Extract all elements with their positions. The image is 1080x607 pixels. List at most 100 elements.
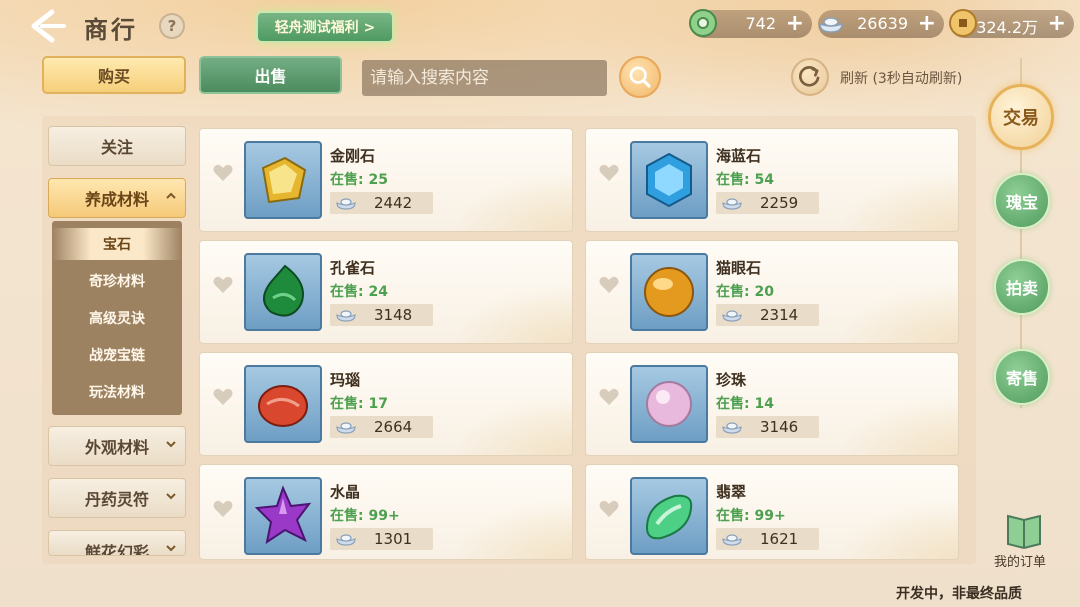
currency-jade-value: 742 [745,14,776,33]
nav-treasure-button[interactable]: 瑰宝 [994,173,1050,229]
item-card[interactable]: 珍珠 在售: 14 3146 [585,352,959,456]
page-title: 商行 [84,16,138,44]
item-price: 2259 [760,194,799,212]
silver-ingot-icon [722,310,742,322]
help-button[interactable]: ? [159,13,185,39]
item-card[interactable]: 孔雀石 在售: 24 3148 [199,240,573,344]
jade-coin-icon [689,9,717,37]
item-card[interactable]: 玛瑙 在售: 17 2664 [199,352,573,456]
card-decoration [838,283,958,343]
item-stock: 在售: 14 [716,396,774,412]
currency-copper-add-button[interactable]: + [1048,11,1066,36]
item-stock: 在售: 99+ [330,508,400,524]
category-appearance-materials[interactable]: 外观材料 [48,426,186,466]
silver-ingot-icon [336,310,356,322]
silver-ingot-icon [336,198,356,210]
favorite-heart-icon[interactable] [212,163,234,183]
category-flowers[interactable]: 鲜花幻彩 [48,530,186,556]
category-cultivation-materials[interactable]: 养成材料 [48,178,186,218]
category-elixirs-talismans[interactable]: 丹药灵符 [48,478,186,518]
chevron-up-icon [166,192,176,199]
back-button[interactable] [28,8,68,44]
item-price-box: 1301 [330,528,433,550]
nav-trade-button[interactable]: 交易 [988,84,1054,150]
chevron-down-icon [166,441,176,448]
item-price-box: 2442 [330,192,433,214]
item-price-box: 3146 [716,416,819,438]
item-price: 2442 [374,194,413,212]
back-arrow-icon [31,9,66,43]
event-banner-button[interactable]: 轻舟测试福利 > [256,11,394,43]
purple-crystal-icon [254,485,312,545]
item-name: 珍珠 [716,371,747,389]
currency-silver-value: 26639 [857,14,908,33]
favorite-heart-icon[interactable] [598,275,620,295]
item-price: 2314 [760,306,799,324]
pearl-icon [646,381,692,427]
item-card[interactable]: 翡翠 在售: 99+ 1621 [585,464,959,560]
item-icon-frame [630,365,708,443]
item-name: 孔雀石 [330,259,376,277]
subcategory-gems[interactable]: 宝石 [52,228,182,260]
item-name: 水晶 [330,483,361,501]
nav-auction-button[interactable]: 拍卖 [994,259,1050,315]
item-icon-frame [630,253,708,331]
item-icon-frame [630,141,708,219]
item-price: 1301 [374,530,413,548]
currency-jade-add-button[interactable]: + [786,11,804,36]
item-stock: 在售: 54 [716,172,774,188]
item-name: 金刚石 [330,147,376,165]
item-card[interactable]: 猫眼石 在售: 20 2314 [585,240,959,344]
card-decoration [452,283,572,343]
yellow-diamond-gem-icon [261,156,307,204]
subcategory-pet-chains[interactable]: 战宠宝链 [52,339,182,371]
card-decoration [838,171,958,231]
item-card[interactable]: 海蓝石 在售: 54 2259 [585,128,959,232]
silver-ingot-icon [722,422,742,434]
refresh-icon [798,66,820,87]
item-stock: 在售: 20 [716,284,774,300]
jade-gem-icon [645,494,693,540]
item-price-box: 3148 [330,304,433,326]
silver-ingot-icon [336,534,356,546]
card-decoration [452,171,572,231]
item-price: 1621 [760,530,799,548]
copper-coin-icon [949,9,977,37]
favorite-heart-icon[interactable] [598,499,620,519]
item-stock: 在售: 25 [330,172,388,188]
item-price: 2664 [374,418,413,436]
tab-buy[interactable]: 购买 [42,56,186,94]
currency-silver-add-button[interactable]: + [918,11,936,36]
subcategory-gameplay-materials[interactable]: 玩法材料 [52,376,182,408]
category-follow[interactable]: 关注 [48,126,186,166]
search-input[interactable] [362,60,607,96]
refresh-label: 刷新 (3秒自动刷新) [840,71,963,87]
favorite-heart-icon[interactable] [598,387,620,407]
item-card[interactable]: 水晶 在售: 99+ 1301 [199,464,573,560]
nav-consign-button[interactable]: 寄售 [994,349,1050,405]
agate-gem-icon [258,385,308,427]
favorite-heart-icon[interactable] [212,499,234,519]
subcategory-rare-materials[interactable]: 奇珍材料 [52,265,182,297]
item-name: 玛瑙 [330,371,361,389]
category-cultivation-label: 养成材料 [84,190,149,209]
item-card[interactable]: 金刚石 在售: 25 2442 [199,128,573,232]
item-icon-frame [244,477,322,555]
search-button[interactable] [619,56,661,98]
subcategory-advanced-skills[interactable]: 高级灵诀 [52,302,182,334]
currency-copper: 324.2万 + [949,9,1074,38]
favorite-heart-icon[interactable] [598,163,620,183]
favorite-heart-icon[interactable] [212,387,234,407]
favorite-heart-icon[interactable] [212,275,234,295]
my-orders-button[interactable] [996,510,1052,550]
item-name: 海蓝石 [716,147,762,165]
chevron-down-icon [166,493,176,500]
item-price: 3146 [760,418,799,436]
category-elixirs-label: 丹药灵符 [84,490,149,509]
my-orders-label: 我的订单 [994,555,1047,570]
refresh-button[interactable] [791,58,829,96]
silver-ingot-icon [336,422,356,434]
item-price-box: 1621 [716,528,819,550]
tab-sell[interactable]: 出售 [199,56,342,94]
dev-watermark-text: 开发中，非最终品质 [896,586,1022,602]
